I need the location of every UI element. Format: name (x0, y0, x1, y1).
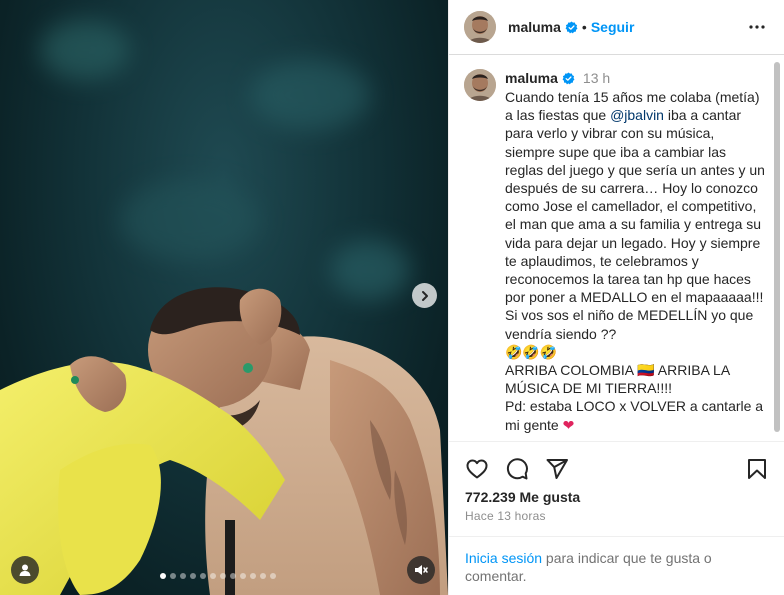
verified-badge-icon (565, 20, 578, 33)
follow-button[interactable]: Seguir (591, 19, 635, 35)
post-media[interactable] (0, 0, 448, 595)
heart-emoji: ❤ (562, 416, 575, 433)
chevron-right-icon (421, 290, 428, 301)
caption-text: Cuando tenía 15 años me colaba (metía) a… (505, 88, 767, 343)
carousel-dot (210, 573, 216, 579)
avatar[interactable] (464, 69, 496, 101)
caption-line: ARRIBA COLOMBIA 🇨🇴 ARRIBA LA MÚSICA DE M… (505, 362, 730, 397)
carousel-dot (160, 573, 166, 579)
post-actions: 772.239 Me gusta Hace 13 horas Inicia se… (449, 441, 784, 584)
carousel-dot (240, 573, 246, 579)
carousel-dot (270, 573, 276, 579)
carousel-dot (190, 573, 196, 579)
carousel-dot (180, 573, 186, 579)
login-link[interactable]: Inicia sesión (465, 550, 542, 566)
header-username[interactable]: maluma (508, 19, 561, 35)
carousel-dot (250, 573, 256, 579)
post-timestamp[interactable]: Hace 13 horas (465, 509, 546, 523)
post-photo (0, 287, 448, 595)
muted-speaker-icon (415, 565, 428, 575)
caption-line: Pd: estaba LOCO x VOLVER a cantarle a mi… (505, 397, 767, 433)
carousel-indicator (160, 573, 276, 579)
avatar[interactable] (464, 11, 496, 43)
bookmark-icon[interactable] (745, 457, 769, 481)
carousel-dot (200, 573, 206, 579)
user-tag-icon (19, 564, 31, 576)
comment-icon[interactable] (505, 457, 529, 481)
caption-username[interactable]: maluma (505, 69, 558, 87)
carousel-dot (170, 573, 176, 579)
carousel-dot (260, 573, 266, 579)
caption-time[interactable]: 13 h (583, 69, 610, 87)
comments-section[interactable]: maluma 13 h Cuando tenía 15 años me cola… (449, 55, 784, 440)
profile-photo (464, 11, 496, 43)
likes-count[interactable]: 772.239 Me gusta (465, 489, 580, 505)
comments-scrollbar[interactable] (773, 58, 781, 438)
tagged-users-button[interactable] (11, 556, 39, 584)
post-details-panel: maluma • Seguir maluma 13 h Cuando tenía… (448, 0, 784, 595)
verified-badge-icon (562, 71, 575, 84)
login-prompt: Inicia sesión para indicar que te gusta … (449, 536, 784, 584)
scrollbar-thumb[interactable] (774, 62, 780, 432)
caption-text-part: Pd: estaba LOCO x VOLVER a cantarle a mi… (505, 398, 764, 433)
caption-emojis: 🤣🤣🤣 (505, 343, 558, 360)
profile-photo (464, 69, 496, 101)
carousel-dot (230, 573, 236, 579)
mute-button[interactable] (407, 556, 435, 584)
heart-icon[interactable] (465, 457, 489, 481)
more-icon[interactable] (747, 17, 767, 37)
carousel-dot (220, 573, 226, 579)
header-separator: • (581, 19, 587, 35)
caption-text-part: iba a cantar para verlo y vibrar con su … (505, 107, 765, 342)
post-header: maluma • Seguir (449, 0, 784, 55)
mention-link[interactable]: @jbalvin (610, 107, 664, 123)
next-slide-button[interactable] (412, 283, 437, 308)
share-icon[interactable] (545, 457, 569, 481)
